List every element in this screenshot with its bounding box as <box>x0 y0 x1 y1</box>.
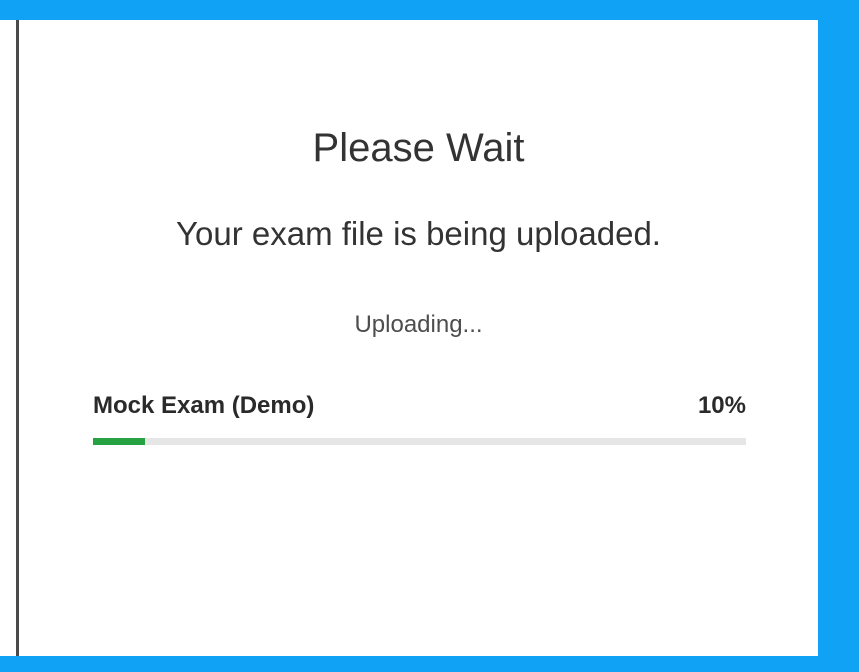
window-frame-bottom <box>0 656 859 672</box>
screen: Please Wait Your exam file is being uplo… <box>0 0 859 672</box>
dialog-title: Please Wait <box>312 126 525 170</box>
dialog-message: Your exam file is being uploaded. <box>176 215 661 252</box>
upload-file-name: Mock Exam (Demo) <box>93 392 315 419</box>
upload-status-text: Uploading... <box>354 311 483 338</box>
upload-dialog: Please Wait Your exam file is being uplo… <box>19 20 818 656</box>
upload-progress-bar <box>93 438 746 445</box>
upload-file-row: Mock Exam (Demo) 10% <box>93 389 746 423</box>
window-frame-top <box>0 0 859 20</box>
upload-percent: 10% <box>697 392 746 419</box>
window-frame-right <box>818 0 859 672</box>
upload-progress-fill <box>93 438 146 445</box>
